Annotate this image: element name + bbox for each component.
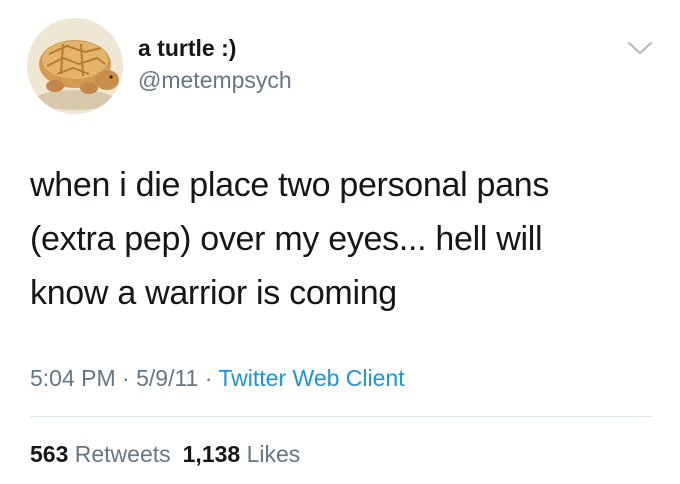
- avatar[interactable]: [27, 18, 123, 114]
- chevron-down-icon[interactable]: [625, 38, 655, 58]
- tweet-line: know a warrior is coming: [30, 274, 397, 312]
- melon-pan-turtle-icon: [27, 18, 123, 114]
- retweets-label: Retweets: [74, 441, 171, 467]
- likes-stat[interactable]: 1,138 Likes: [183, 441, 301, 467]
- tweet-stats: 563 Retweets 1,138 Likes: [30, 440, 300, 468]
- retweets-stat[interactable]: 563 Retweets: [30, 441, 171, 467]
- display-name[interactable]: a turtle :): [138, 35, 236, 61]
- client-link[interactable]: Twitter Web Client: [218, 365, 404, 391]
- tweet-line: (extra pep) over my eyes... hell will: [30, 220, 543, 258]
- likes-count: 1,138: [182, 441, 241, 467]
- likes-label: Likes: [246, 441, 301, 467]
- divider: [30, 416, 652, 417]
- separator: ·: [204, 365, 213, 391]
- tweet-meta: 5:04 PM · 5/9/11 · Twitter Web Client: [30, 364, 405, 392]
- retweets-count: 563: [30, 441, 69, 467]
- separator: ·: [122, 365, 130, 391]
- tweet-card: a turtle :) @metempsych when i die place…: [0, 0, 680, 484]
- tweet-text: when i die place two personal pans (extr…: [30, 158, 660, 320]
- tweet-date[interactable]: 5/9/11: [136, 365, 198, 391]
- tweet-line: when i die place two personal pans: [30, 166, 550, 204]
- user-handle[interactable]: @metempsych: [138, 67, 292, 93]
- tweet-time[interactable]: 5:04 PM: [30, 365, 116, 391]
